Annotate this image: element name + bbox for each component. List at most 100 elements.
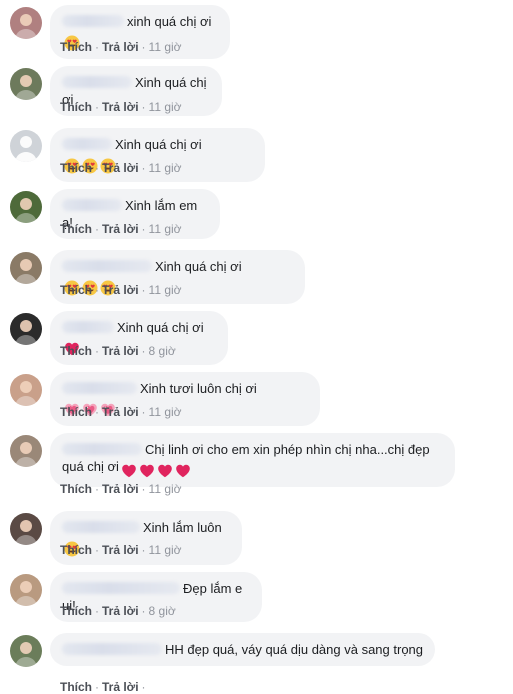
like-link[interactable]: Thích [60, 680, 92, 694]
separator-dot: · [95, 482, 99, 496]
commenter-avatar[interactable] [10, 7, 42, 39]
separator-dot: · [95, 222, 99, 236]
reply-link[interactable]: Trả lời [102, 40, 139, 54]
red-heart-emoji-icon [139, 461, 157, 479]
comment-text: Xinh tươi luôn chị ơi [140, 381, 257, 396]
comment-timestamp[interactable]: 11 giờ [149, 222, 182, 236]
separator-dot: · [141, 543, 146, 557]
comment-timestamp[interactable]: 11 giờ [149, 543, 182, 557]
reply-link[interactable]: Trả lời [102, 482, 139, 496]
comment-actions: Thích · Trả lời · 11 giờ [60, 283, 182, 297]
blurred-commenter-name[interactable] [62, 321, 114, 333]
like-link[interactable]: Thích [60, 482, 92, 496]
comment-list: xinh quá chị ơi Thích · Trả lời · 11 giờ Xin… [0, 0, 513, 694]
blurred-commenter-name[interactable] [62, 382, 137, 394]
red-heart-emoji-icon [121, 461, 139, 479]
reply-link[interactable]: Trả lời [102, 344, 139, 358]
like-link[interactable]: Thích [60, 161, 92, 175]
commenter-avatar[interactable] [10, 130, 42, 162]
comment-text: Xinh lắm luôn [143, 520, 222, 535]
separator-dot: · [95, 344, 99, 358]
comment-timestamp[interactable]: 11 giờ [149, 283, 182, 297]
separator-dot: · [95, 161, 99, 175]
separator-dot: · [95, 604, 99, 618]
separator-dot: · [95, 405, 99, 419]
separator-dot: · [141, 482, 146, 496]
like-link[interactable]: Thích [60, 222, 92, 236]
separator-dot: · [141, 680, 146, 694]
like-link[interactable]: Thích [60, 100, 92, 114]
separator-dot: · [141, 344, 146, 358]
comment-bubble: HH đẹp quá, váy quá dịu dàng và sang trọ… [50, 633, 435, 666]
blurred-commenter-name[interactable] [62, 15, 124, 27]
separator-dot: · [95, 40, 99, 54]
like-link[interactable]: Thích [60, 344, 92, 358]
like-link[interactable]: Thích [60, 543, 92, 557]
separator-dot: · [95, 543, 99, 557]
comment-actions: Thích · Trả lời · 11 giờ [60, 40, 182, 54]
commenter-avatar[interactable] [10, 68, 42, 100]
comment-timestamp[interactable]: 11 giờ [149, 405, 182, 419]
blurred-commenter-name[interactable] [62, 76, 132, 88]
separator-dot: · [95, 283, 99, 297]
reply-link[interactable]: Trả lời [102, 222, 139, 236]
like-link[interactable]: Thích [60, 604, 92, 618]
comment-actions: Thích · Trả lời · 8 giờ [60, 604, 176, 618]
separator-dot: · [95, 680, 99, 694]
comment-timestamp[interactable]: 8 giờ [149, 604, 176, 618]
separator-dot: · [141, 161, 146, 175]
separator-dot: · [141, 283, 146, 297]
comment-actions: Thích · Trả lời · 11 giờ [60, 161, 182, 175]
blurred-commenter-name[interactable] [62, 138, 112, 150]
blurred-commenter-name[interactable] [62, 643, 162, 655]
like-link[interactable]: Thích [60, 283, 92, 297]
reply-link[interactable]: Trả lời [102, 161, 139, 175]
blurred-commenter-name[interactable] [62, 582, 180, 594]
reply-link[interactable]: Trả lời [102, 283, 139, 297]
reply-link[interactable]: Trả lời [102, 604, 139, 618]
comment-actions: Thích · Trả lời · 11 giờ [60, 543, 182, 557]
like-link[interactable]: Thích [60, 405, 92, 419]
commenter-avatar[interactable] [10, 252, 42, 284]
reply-link[interactable]: Trả lời [102, 543, 139, 557]
comment-text: Xinh quá chị ơi [155, 259, 242, 274]
commenter-avatar[interactable] [10, 635, 42, 667]
comment-timestamp[interactable]: 11 giờ [149, 482, 182, 496]
comment-timestamp[interactable]: 11 giờ [149, 161, 182, 175]
reply-link[interactable]: Trả lời [102, 100, 139, 114]
commenter-avatar[interactable] [10, 435, 42, 467]
comment-text: xinh quá chị ơi [127, 14, 212, 29]
commenter-avatar[interactable] [10, 191, 42, 223]
separator-dot: · [141, 604, 146, 618]
blurred-commenter-name[interactable] [62, 199, 122, 211]
comment-actions: Thích · Trả lời · 11 giờ [60, 405, 182, 419]
commenter-avatar[interactable] [10, 374, 42, 406]
commenter-avatar[interactable] [10, 313, 42, 345]
like-link[interactable]: Thích [60, 40, 92, 54]
comment-actions: Thích · Trả lời · 11 giờ [60, 100, 182, 114]
blurred-commenter-name[interactable] [62, 521, 140, 533]
comment-timestamp[interactable]: 11 giờ [149, 100, 182, 114]
comment-bubble: Chị linh ơi cho em xin phép nhìn chị nha… [50, 433, 455, 487]
comment-actions: Thích · Trả lời · 8 giờ [60, 344, 176, 358]
separator-dot: · [141, 40, 146, 54]
comment-text: Xinh quá chị ơi [117, 320, 204, 335]
separator-dot: · [95, 100, 99, 114]
reply-link[interactable]: Trả lời [102, 405, 139, 419]
comment-actions: Thích · Trả lời · [60, 680, 149, 694]
comment-actions: Thích · Trả lời · 11 giờ [60, 482, 182, 496]
blurred-commenter-name[interactable] [62, 260, 152, 272]
commenter-avatar[interactable] [10, 513, 42, 545]
reply-link[interactable]: Trả lời [102, 680, 139, 694]
separator-dot: · [141, 100, 146, 114]
comment-text: Xinh quá chị ơi [115, 137, 202, 152]
comment-text: HH đẹp quá, váy quá dịu dàng và sang trọ… [165, 642, 424, 657]
comment-timestamp[interactable]: 11 giờ [149, 40, 182, 54]
blurred-commenter-name[interactable] [62, 443, 142, 455]
separator-dot: · [141, 405, 146, 419]
commenter-avatar[interactable] [10, 574, 42, 606]
comment-emojis [121, 461, 193, 479]
red-heart-emoji-icon [175, 461, 193, 479]
comment-timestamp[interactable]: 8 giờ [149, 344, 176, 358]
comment-actions: Thích · Trả lời · 11 giờ [60, 222, 182, 236]
